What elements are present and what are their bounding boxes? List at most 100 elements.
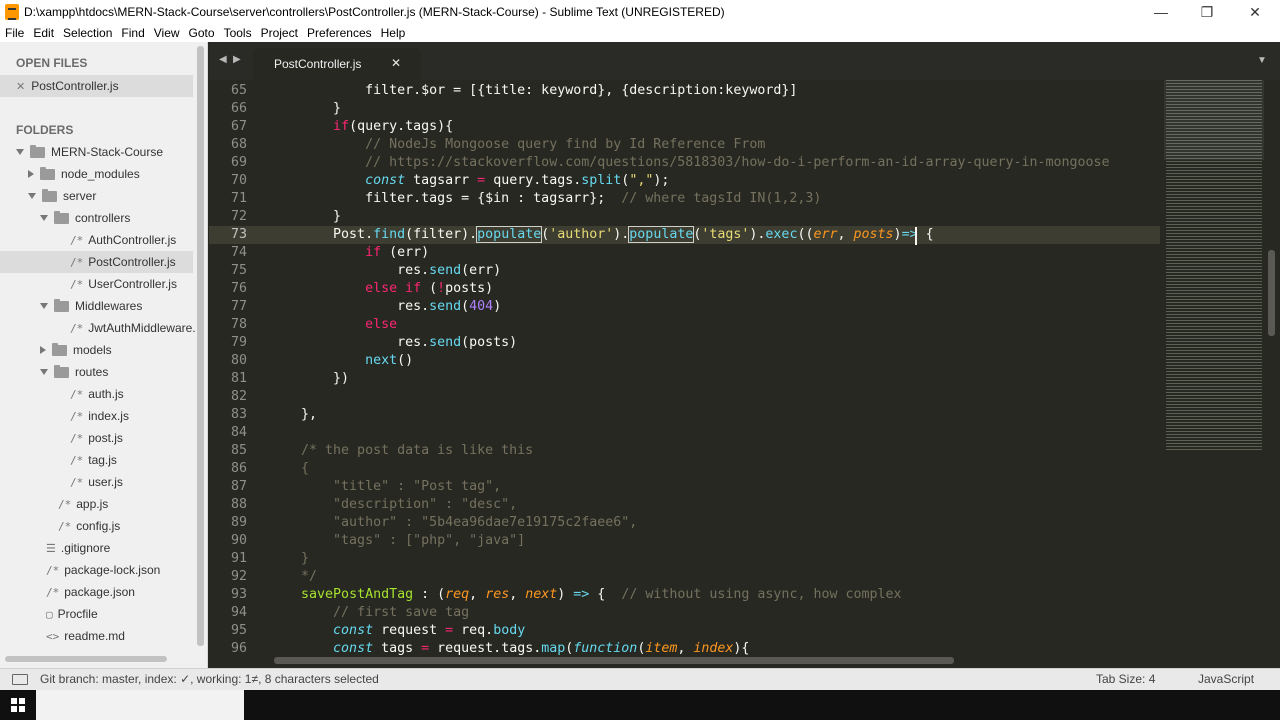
tree-file[interactable]: /* tag.js — [0, 449, 193, 471]
line-number: 83 — [230, 407, 247, 422]
tree-file[interactable]: ☰ .gitignore — [0, 537, 193, 559]
tree-file[interactable]: /* auth.js — [0, 383, 193, 405]
tree-file[interactable]: /* config.js — [0, 515, 193, 537]
tree-folder[interactable]: server — [0, 185, 193, 207]
tab-postcontroller[interactable]: PostController.js ✕ — [253, 48, 421, 80]
code-token: exec — [765, 227, 798, 242]
code-token: function — [573, 641, 638, 655]
file-icon: /* — [58, 519, 72, 533]
code-token: = — [477, 173, 486, 188]
code-token: "tags" : ["php", "java"] — [269, 533, 526, 548]
tree-file[interactable]: /* app.js — [0, 493, 193, 515]
expanded-arrow-icon[interactable] — [16, 149, 24, 155]
tree-file[interactable]: /* package-lock.json — [0, 559, 193, 581]
menu-find[interactable]: Find — [116, 26, 148, 40]
code-token: } — [269, 551, 310, 566]
tree-folder[interactable]: models — [0, 339, 193, 361]
code-token: 'tags' — [701, 227, 750, 242]
menu-project[interactable]: Project — [256, 26, 302, 40]
tree-file[interactable]: /* package.json — [0, 581, 193, 603]
tree-file[interactable]: <> readme.md — [0, 625, 193, 647]
expanded-arrow-icon[interactable] — [40, 369, 48, 375]
tree-file[interactable]: /* JwtAuthMiddleware. — [0, 317, 196, 339]
close-file-icon[interactable]: ✕ — [16, 80, 25, 93]
menu-file[interactable]: File — [0, 26, 28, 40]
code-token: res — [485, 587, 510, 602]
code-line: 67 if(query.tags){ — [209, 118, 1160, 136]
tree-file[interactable]: /* PostController.js — [0, 251, 193, 273]
tree-item-label: Middlewares — [75, 299, 143, 313]
tree-file[interactable]: /* UserController.js — [0, 273, 193, 295]
tree-folder[interactable]: MERN-Stack-Course — [0, 141, 193, 163]
tab-size-indicator[interactable]: Tab Size: 4 — [1096, 672, 1155, 686]
code-token: , — [509, 587, 526, 602]
expanded-arrow-icon[interactable] — [28, 193, 36, 199]
tree-file[interactable]: /* index.js — [0, 405, 193, 427]
code-token: (err) — [381, 245, 430, 260]
code-token: const — [365, 173, 406, 188]
start-button[interactable] — [0, 690, 36, 720]
editor-vertical-scrollbar[interactable] — [1268, 250, 1275, 336]
sidebar-vertical-scrollbar[interactable] — [197, 46, 204, 646]
menu-edit[interactable]: Edit — [28, 26, 58, 40]
file-icon: /* — [58, 497, 72, 511]
tree-item-label: Procfile — [57, 607, 98, 621]
minimap-viewport[interactable] — [1164, 80, 1264, 160]
tree-folder[interactable]: routes — [0, 361, 193, 383]
code-token: { — [917, 227, 934, 242]
line-number: 74 — [230, 245, 247, 260]
collapsed-arrow-icon[interactable] — [28, 170, 34, 178]
tree-file[interactable]: ▢ Procfile — [0, 603, 193, 625]
minimize-button[interactable]: — — [1138, 0, 1184, 24]
tab-scroll-right-icon[interactable]: ▶ — [233, 54, 241, 65]
tree-file[interactable]: /* AuthController.js — [0, 229, 193, 251]
menu-preferences[interactable]: Preferences — [302, 26, 376, 40]
syntax-indicator[interactable]: JavaScript — [1198, 672, 1254, 686]
menu-view[interactable]: View — [149, 26, 184, 40]
line-number: 84 — [230, 425, 247, 440]
code-token: ( — [461, 299, 470, 314]
code-line: 93 savePostAndTag : (req, res, next) => … — [209, 586, 1160, 604]
menu-help[interactable]: Help — [376, 26, 410, 40]
code-line: 74 if (err) — [209, 244, 1160, 262]
status-bar: Git branch: master, index: ✓, working: 1… — [0, 668, 1280, 690]
minimize-icon: — — [1154, 4, 1168, 20]
code-editor[interactable]: 65 filter.$or = [{title: keyword}, {desc… — [209, 80, 1160, 655]
code-token: } — [269, 209, 342, 224]
taskbar-search-box[interactable] — [36, 690, 244, 720]
code-token: res. — [269, 335, 430, 350]
expanded-arrow-icon[interactable] — [40, 215, 48, 221]
code-token: "author" : "5b4ea96dae7e19175c2faee6", — [269, 515, 638, 530]
code-line: 76 else if (!posts) — [209, 280, 1160, 298]
tab-close-icon[interactable]: ✕ — [391, 56, 401, 70]
code-token: : ( — [413, 587, 446, 602]
sidebar-horizontal-scrollbar[interactable] — [5, 656, 167, 662]
code-token: split — [581, 173, 622, 188]
tree-file[interactable]: /* user.js — [0, 471, 193, 493]
tree-item-label: index.js — [88, 409, 129, 423]
menu-goto[interactable]: Goto — [184, 26, 219, 40]
tree-folder[interactable]: node_modules — [0, 163, 193, 185]
menu-tools[interactable]: Tools — [219, 26, 256, 40]
panel-toggle-icon[interactable] — [12, 674, 28, 685]
code-line: 79 res.send(posts) — [209, 334, 1160, 352]
tab-scroll-left-icon[interactable]: ◀ — [219, 54, 227, 65]
tree-folder[interactable]: controllers — [0, 207, 193, 229]
close-window-button[interactable]: ✕ — [1232, 0, 1278, 24]
expanded-arrow-icon[interactable] — [40, 303, 48, 309]
code-line: 96 const tags = request.tags.map(functio… — [209, 640, 1160, 655]
line-number: 69 — [230, 155, 247, 170]
collapsed-arrow-icon[interactable] — [40, 346, 46, 354]
tree-file[interactable]: /* post.js — [0, 427, 193, 449]
code-token: tags — [373, 641, 422, 655]
menu-selection[interactable]: Selection — [58, 26, 116, 40]
restore-button[interactable]: ❐ — [1184, 0, 1230, 24]
tree-folder[interactable]: Middlewares — [0, 295, 193, 317]
tab-dropdown-icon[interactable]: ▼ — [1257, 55, 1267, 66]
tree-item-label: readme.md — [64, 629, 125, 643]
editor-horizontal-scrollbar[interactable] — [274, 657, 954, 664]
minimap[interactable] — [1160, 80, 1270, 655]
open-file-item[interactable]: ✕ PostController.js — [0, 75, 193, 97]
